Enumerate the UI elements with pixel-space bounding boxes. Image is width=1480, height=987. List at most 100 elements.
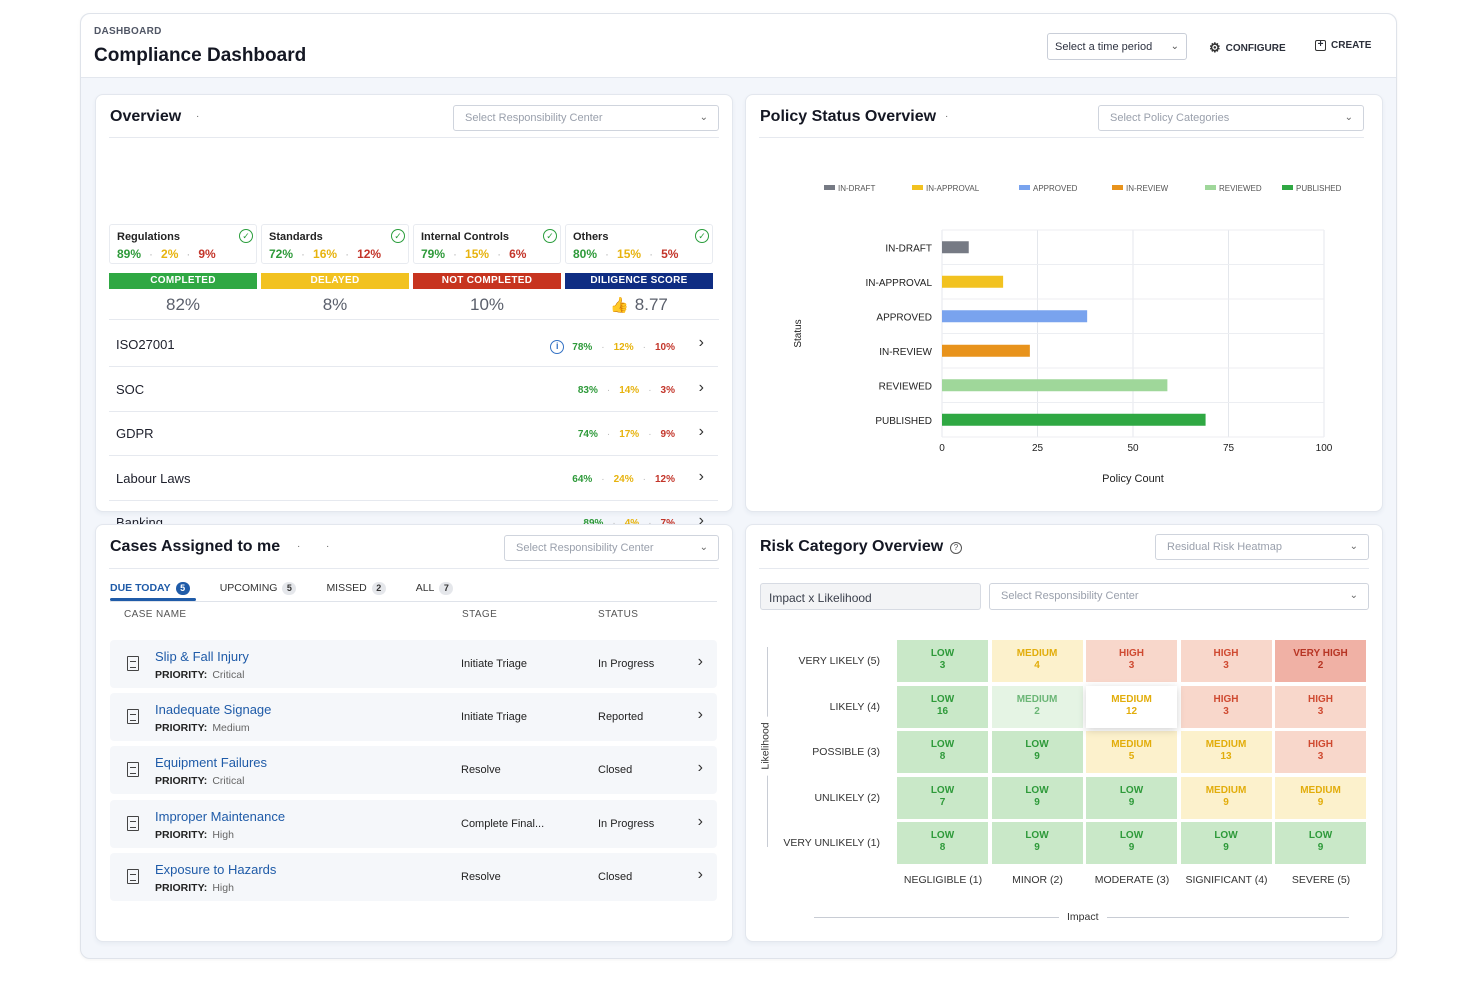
risk-count: 3 xyxy=(1317,751,1324,762)
risk-rc-select[interactable]: Select Responsibility Center ⌄ xyxy=(989,583,1369,610)
chevron-right-icon[interactable]: › xyxy=(699,379,704,397)
case-name-link[interactable]: Slip & Fall Injury xyxy=(155,649,249,664)
case-row[interactable]: Exposure to Hazards PRIORITY: High Resolve C… xyxy=(110,852,717,901)
heatmap-cell[interactable]: MEDIUM 9 xyxy=(1275,776,1366,819)
chevron-right-icon[interactable]: › xyxy=(699,334,704,352)
legend-swatch xyxy=(912,185,923,190)
chevron-right-icon[interactable]: › xyxy=(698,706,703,724)
framework-not-completed: 10% xyxy=(654,341,675,353)
risk-count: 9 xyxy=(1128,796,1135,808)
policy-category-select[interactable]: Select Policy Categories ⌄ xyxy=(1098,105,1364,131)
case-name-link[interactable]: Equipment Failures xyxy=(155,755,267,770)
heatmap-cell[interactable]: VERY HIGH 2 xyxy=(1275,640,1366,682)
overview-rc-select[interactable]: Select Responsibility Center ⌄ xyxy=(453,105,719,131)
risk-count: 9 xyxy=(1223,796,1229,808)
y-tick-label: APPROVED xyxy=(876,312,932,323)
risk-count: 8 xyxy=(939,842,946,853)
case-tabs: DUE TODAY 5 UPCOMING 5 MISSED 2 ALL 7 xyxy=(110,578,483,598)
case-row[interactable]: Improper Maintenance PRIORITY: High Complet… xyxy=(110,799,717,848)
risk-count: 3 xyxy=(939,660,946,671)
heatmap-cell[interactable]: MEDIUM 12 xyxy=(1086,685,1177,728)
framework-row[interactable]: GDPR 74% · 17% · 9% › xyxy=(109,412,718,457)
heatmap-cell[interactable]: LOW 8 xyxy=(897,731,988,773)
tab-all[interactable]: ALL 7 xyxy=(416,578,454,598)
case-row[interactable]: Inadequate Signage PRIORITY: Medium Initiat… xyxy=(110,693,717,742)
risk-count: 3 xyxy=(1128,660,1135,671)
x-axis-title: Policy Count xyxy=(1102,473,1164,485)
heatmap-cell[interactable]: MEDIUM 5 xyxy=(1086,731,1177,773)
configure-button[interactable]: ⚙ CONFIGURE xyxy=(1209,40,1286,56)
heatmap-cell[interactable]: LOW 9 xyxy=(991,731,1083,773)
framework-row[interactable]: Labour Laws 64% · 24% · 12% › xyxy=(109,457,718,501)
tab-upcoming[interactable]: UPCOMING 5 xyxy=(220,578,297,598)
heatmap-cell[interactable]: MEDIUM 9 xyxy=(1180,776,1272,819)
heatmap-cell[interactable]: HIGH 3 xyxy=(1275,685,1366,728)
case-stage: Resolve xyxy=(461,870,501,883)
cases-rc-select[interactable]: Select Responsibility Center ⌄ xyxy=(504,535,719,561)
tab-missed[interactable]: MISSED 2 xyxy=(326,578,386,598)
heatmap-cell[interactable]: LOW 3 xyxy=(897,640,988,682)
bar-approved[interactable] xyxy=(942,310,1088,323)
chevron-right-icon[interactable]: › xyxy=(699,423,704,441)
divider xyxy=(109,319,719,320)
heatmap-cell[interactable]: MEDIUM 4 xyxy=(991,640,1083,682)
chevron-right-icon[interactable]: › xyxy=(698,653,703,671)
heatmap-cell[interactable]: LOW 8 xyxy=(897,822,988,864)
chevron-right-icon[interactable]: › xyxy=(698,759,703,777)
bar-published[interactable] xyxy=(942,413,1206,426)
case-name-link[interactable]: Inadequate Signage xyxy=(155,702,271,717)
time-period-select[interactable]: Select a time period ⌄ xyxy=(1047,33,1187,60)
matrix-type-field[interactable]: Impact x Likelihood xyxy=(760,583,981,610)
bar-in-approval[interactable] xyxy=(942,275,1004,288)
heatmap-cell[interactable]: LOW 9 xyxy=(1086,822,1177,864)
chevron-right-icon[interactable]: › xyxy=(698,866,703,884)
risk-level: HIGH xyxy=(1119,648,1144,659)
time-period-placeholder: Select a time period xyxy=(1055,41,1153,53)
framework-row[interactable]: SOC 83% · 14% · 3% › xyxy=(109,368,718,412)
heatmap-cell[interactable]: LOW 9 xyxy=(1180,822,1272,864)
configure-label: CONFIGURE xyxy=(1225,42,1286,54)
metric-box[interactable]: Others ✓ 80% · 15% · 5% xyxy=(565,224,713,264)
heatmap-cell[interactable]: HIGH 3 xyxy=(1180,685,1272,728)
create-button[interactable]: + CREATE xyxy=(1315,40,1371,51)
heatmap-cell[interactable]: LOW 9 xyxy=(991,822,1083,864)
heatmap-cell[interactable]: HIGH 3 xyxy=(1086,640,1177,682)
risk-count: 9 xyxy=(1128,842,1135,853)
heatmap-cell[interactable]: LOW 16 xyxy=(897,685,988,728)
heatmap-cell[interactable]: MEDIUM 2 xyxy=(991,685,1083,728)
tab-count: 5 xyxy=(175,581,190,595)
tab-due-today[interactable]: DUE TODAY 5 xyxy=(110,578,190,598)
case-row[interactable]: Slip & Fall Injury PRIORITY: Critical Initi… xyxy=(110,640,717,688)
help-icon[interactable]: ? xyxy=(950,542,962,554)
framework-row[interactable]: ISO27001 i 78% · 12% · 10% › xyxy=(109,323,718,367)
metric-box[interactable]: Internal Controls ✓ 79% · 15% · 6% xyxy=(413,224,561,264)
risk-level: MEDIUM xyxy=(1205,784,1247,796)
bar-reviewed[interactable] xyxy=(942,379,1168,392)
framework-values: 64% · 24% · 12% xyxy=(572,474,675,485)
document-icon xyxy=(127,709,139,725)
case-name-link[interactable]: Improper Maintenance xyxy=(155,809,285,824)
heatmap-cell[interactable]: HIGH 3 xyxy=(1180,640,1272,682)
heatmap-type-select[interactable]: Residual Risk Heatmap ⌄ xyxy=(1155,534,1369,560)
info-icon[interactable]: i xyxy=(550,340,565,354)
heatmap-cell[interactable]: HIGH 3 xyxy=(1275,731,1366,773)
metric-completed: 79% xyxy=(421,247,446,261)
chevron-right-icon[interactable]: › xyxy=(699,468,704,486)
risk-level: LOW xyxy=(930,693,955,705)
kpi-value-text: 8.77 xyxy=(634,295,668,314)
chevron-down-icon: ⌄ xyxy=(1344,112,1353,123)
metric-delayed: 15% xyxy=(617,247,642,261)
heatmap-cell[interactable]: MEDIUM 13 xyxy=(1180,731,1272,773)
heatmap-cell[interactable]: LOW 9 xyxy=(991,776,1083,819)
metric-box[interactable]: Regulations ✓ 89% · 2% · 9% xyxy=(109,224,257,264)
heatmap-cell[interactable]: LOW 9 xyxy=(1086,776,1177,819)
case-row[interactable]: Equipment Failures PRIORITY: Critical Resol… xyxy=(110,746,717,795)
col-stage: STAGE xyxy=(462,609,498,620)
metric-box[interactable]: Standards ✓ 72% · 16% · 12% xyxy=(261,224,409,264)
heatmap-cell[interactable]: LOW 9 xyxy=(1275,822,1366,864)
case-name-link[interactable]: Exposure to Hazards xyxy=(155,862,276,877)
chevron-right-icon[interactable]: › xyxy=(698,813,703,831)
bar-in-draft[interactable] xyxy=(942,241,969,254)
bar-in-review[interactable] xyxy=(942,344,1030,357)
heatmap-cell[interactable]: LOW 7 xyxy=(897,776,988,819)
